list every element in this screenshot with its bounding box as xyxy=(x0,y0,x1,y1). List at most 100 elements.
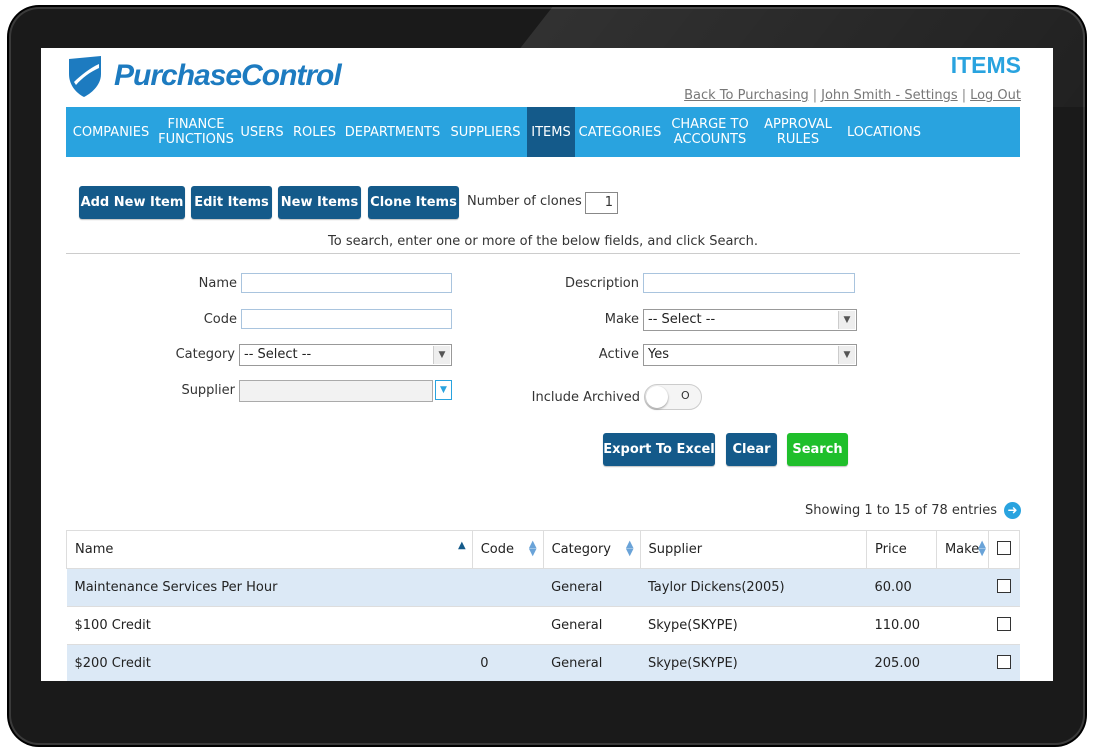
link-separator: | xyxy=(961,88,967,103)
col-supplier-label: Supplier xyxy=(648,542,703,557)
supplier-label: Supplier xyxy=(181,383,235,398)
cell-code xyxy=(472,568,544,607)
cell-name: Maintenance Services Per Hour xyxy=(66,568,473,607)
add-new-item-button[interactable]: Add New Item xyxy=(79,186,185,219)
make-select[interactable]: -- Select -- ▼ xyxy=(643,309,857,331)
active-select-value: Yes xyxy=(648,347,669,362)
nav-charge-line1: CHARGE TO xyxy=(671,117,749,132)
cell-select xyxy=(988,568,1020,607)
chevron-down-icon: ▼ xyxy=(838,311,855,329)
nav-finance-line2: FUNCTIONS xyxy=(158,132,234,147)
cell-select xyxy=(988,644,1020,681)
cell-category: General xyxy=(543,568,641,607)
nav-finance-functions[interactable]: FINANCE FUNCTIONS xyxy=(156,107,236,157)
row-checkbox[interactable] xyxy=(996,654,1011,669)
chevron-down-icon: ▼ xyxy=(433,346,450,364)
link-separator: | xyxy=(812,88,818,103)
divider xyxy=(66,253,1020,254)
table-header-row: Name ▲ Code ▲ ▼ Category ▲ ▼ Supplier Price M… xyxy=(66,530,1021,569)
col-code-header[interactable]: Code ▲ ▼ xyxy=(471,530,544,569)
name-label: Name xyxy=(198,276,237,291)
col-name-label: Name xyxy=(75,542,114,557)
app-screen: PurchaseControl ITEMS Back To Purchasing… xyxy=(41,48,1053,681)
nav-charge-to-accounts[interactable]: CHARGE TO ACCOUNTS xyxy=(665,107,755,157)
clear-button[interactable]: Clear xyxy=(726,433,777,466)
row-checkbox[interactable] xyxy=(996,616,1011,631)
nav-locations[interactable]: LOCATIONS xyxy=(841,107,927,157)
col-supplier-header[interactable]: Supplier xyxy=(639,530,868,569)
cell-supplier: Skype(SKYPE) xyxy=(640,644,867,681)
nav-categories[interactable]: CATEGORIES xyxy=(575,107,665,157)
description-label: Description xyxy=(564,276,639,291)
table-row[interactable]: $100 Credit General Skype(SKYPE) 110.00 xyxy=(66,606,1020,645)
cell-price: 205.00 xyxy=(866,644,937,681)
export-to-excel-button[interactable]: Export To Excel xyxy=(603,433,715,466)
shield-logo-icon xyxy=(69,56,101,97)
chevron-down-icon: ▼ xyxy=(838,346,855,364)
cell-category: General xyxy=(543,644,641,681)
supplier-dropdown-chevron-icon[interactable]: ▼ xyxy=(435,380,452,400)
nav-companies[interactable]: COMPANIES xyxy=(66,107,156,157)
code-input[interactable] xyxy=(241,309,452,329)
table-row[interactable]: $200 Credit 0 General Skype(SKYPE) 205.0… xyxy=(66,644,1020,681)
cell-price: 110.00 xyxy=(866,606,937,645)
table-row[interactable]: Maintenance Services Per Hour General Ta… xyxy=(66,568,1020,607)
cell-code: 0 xyxy=(472,644,544,681)
cell-name: $200 Credit xyxy=(66,644,473,681)
description-input[interactable] xyxy=(643,273,855,293)
new-items-button[interactable]: New Items xyxy=(278,186,361,219)
code-label: Code xyxy=(203,312,237,327)
clone-items-button[interactable]: Clone Items xyxy=(368,186,459,219)
name-input[interactable] xyxy=(241,273,452,293)
showing-entries-text: Showing 1 to 15 of 78 entries xyxy=(805,503,997,518)
edit-items-button[interactable]: Edit Items xyxy=(191,186,272,219)
include-archived-label: Include Archived xyxy=(531,390,640,405)
col-price-header[interactable]: Price xyxy=(866,530,937,569)
row-checkbox[interactable] xyxy=(996,578,1011,593)
number-of-clones-label: Number of clones xyxy=(467,194,582,209)
col-make-label: Make xyxy=(944,542,980,557)
next-page-arrow-icon[interactable]: ➜ xyxy=(1004,502,1021,519)
make-select-value: -- Select -- xyxy=(648,312,716,327)
include-archived-toggle[interactable]: O xyxy=(644,384,702,410)
nav-charge-line2: ACCOUNTS xyxy=(673,132,747,147)
nav-departments[interactable]: DEPARTMENTS xyxy=(341,107,444,157)
nav-approval-line1: APPROVAL xyxy=(764,117,832,132)
col-category-label: Category xyxy=(551,542,611,557)
cell-price: 60.00 xyxy=(866,568,937,607)
nav-suppliers[interactable]: SUPPLIERS xyxy=(444,107,527,157)
number-of-clones-input[interactable]: 1 xyxy=(585,192,618,214)
select-all-checkbox[interactable] xyxy=(996,540,1011,555)
active-select[interactable]: Yes ▼ xyxy=(643,344,857,366)
cell-category: General xyxy=(543,606,641,645)
main-nav: COMPANIES FINANCE FUNCTIONS USERS ROLES … xyxy=(66,107,1020,157)
sort-asc-icon: ▲ xyxy=(458,540,466,551)
search-button[interactable]: Search xyxy=(787,433,848,466)
toggle-state-text: O xyxy=(681,389,690,402)
logout-link[interactable]: Log Out xyxy=(970,88,1021,103)
user-settings-link[interactable]: John Smith - Settings xyxy=(821,88,958,103)
col-make-header[interactable]: Make ▲ ▼ xyxy=(935,530,989,569)
sort-icon: ▲ ▼ xyxy=(978,539,986,558)
brand-logo[interactable]: PurchaseControl xyxy=(66,54,342,98)
nav-approval-rules[interactable]: APPROVAL RULES xyxy=(755,107,841,157)
nav-roles[interactable]: ROLES xyxy=(288,107,341,157)
category-select-value: -- Select -- xyxy=(244,347,312,362)
col-code-label: Code xyxy=(480,542,514,557)
nav-users[interactable]: USERS xyxy=(236,107,288,157)
cell-make xyxy=(936,568,989,607)
select-all-header xyxy=(987,530,1021,569)
toggle-knob xyxy=(646,386,668,408)
back-to-purchasing-link[interactable]: Back To Purchasing xyxy=(684,88,809,103)
nav-items[interactable]: ITEMS xyxy=(527,107,575,157)
brand-name: PurchaseControl xyxy=(114,59,342,92)
supplier-combobox[interactable] xyxy=(239,380,433,402)
sort-icon: ▲ ▼ xyxy=(625,539,634,558)
cell-make xyxy=(936,606,989,645)
category-label: Category xyxy=(175,347,235,362)
search-hint: To search, enter one or more of the belo… xyxy=(328,234,758,249)
col-name-header[interactable]: Name ▲ xyxy=(66,530,473,569)
make-label: Make xyxy=(604,312,639,327)
category-select[interactable]: -- Select -- ▼ xyxy=(239,344,452,366)
col-category-header[interactable]: Category ▲ ▼ xyxy=(542,530,641,569)
